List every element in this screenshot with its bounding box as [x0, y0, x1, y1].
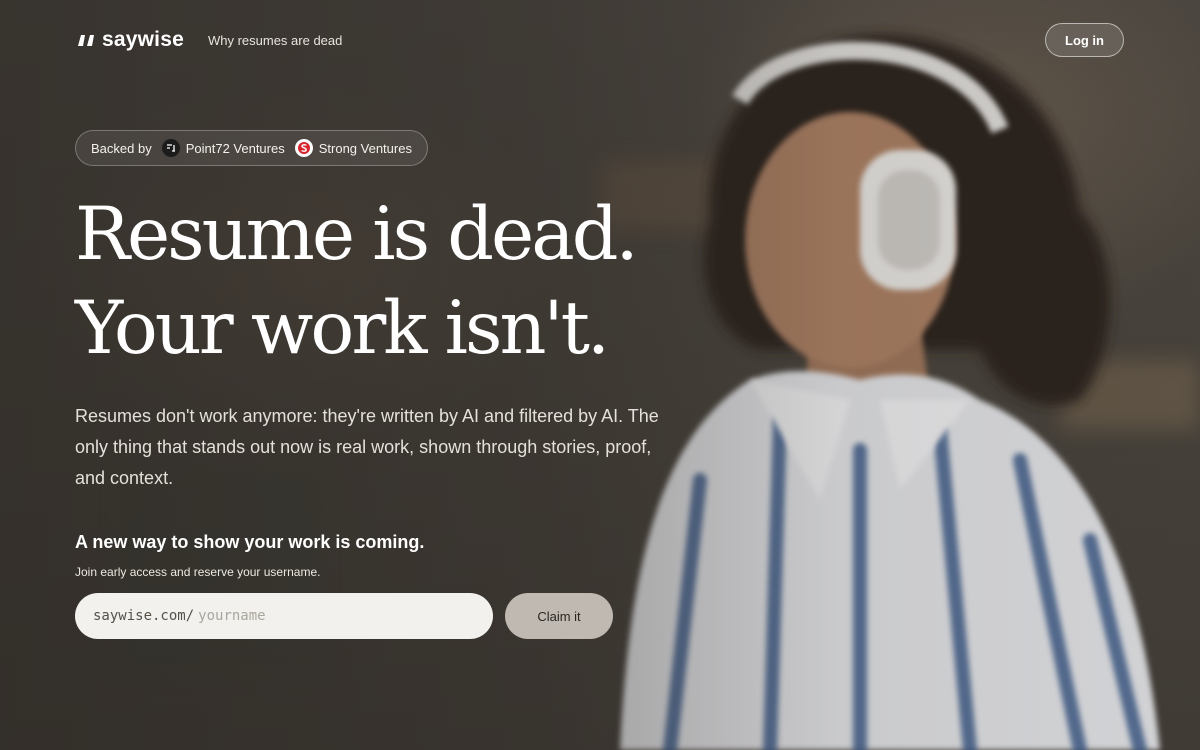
- login-button[interactable]: Log in: [1045, 23, 1124, 57]
- strong-ventures-logo-icon: [294, 139, 313, 157]
- claim-username-form: saywise.com/ Claim it: [75, 593, 613, 639]
- backed-by-label: Backed by: [91, 140, 152, 156]
- point72-logo-icon: [161, 139, 180, 157]
- brand-logo-link[interactable]: saywise: [76, 28, 184, 52]
- nav-link-why-resumes-are-dead[interactable]: Why resumes are dead: [208, 33, 342, 48]
- username-field[interactable]: saywise.com/: [75, 593, 493, 639]
- backed-by-badge: Backed by Point72 Ventures Strong Ventur…: [75, 130, 428, 166]
- investor-name: Strong Ventures: [318, 140, 412, 156]
- waitlist-title: A new way to show your work is coming.: [75, 532, 425, 552]
- hero-headline: Resume is dead. Your work isn't.: [75, 188, 639, 376]
- investor-strong-ventures: Strong Ventures: [294, 139, 412, 157]
- url-prefix: saywise.com/: [93, 608, 195, 624]
- investor-name: Point72 Ventures: [185, 140, 285, 156]
- username-input[interactable]: [198, 608, 475, 624]
- headline-line-1: Resume is dead.: [75, 192, 639, 277]
- claim-it-button[interactable]: Claim it: [505, 593, 613, 639]
- waitlist-subtitle: Join early access and reserve your usern…: [75, 565, 321, 579]
- hero-subtext: Resumes don't work anymore: they're writ…: [75, 406, 659, 488]
- quote-mark-icon: [78, 35, 94, 46]
- investor-point72: Point72 Ventures: [161, 139, 285, 157]
- brand-name: saywise: [102, 28, 184, 51]
- site-header: saywise Why resumes are dead Log in: [76, 22, 1124, 58]
- headline-line-2: Your work isn't.: [75, 286, 610, 371]
